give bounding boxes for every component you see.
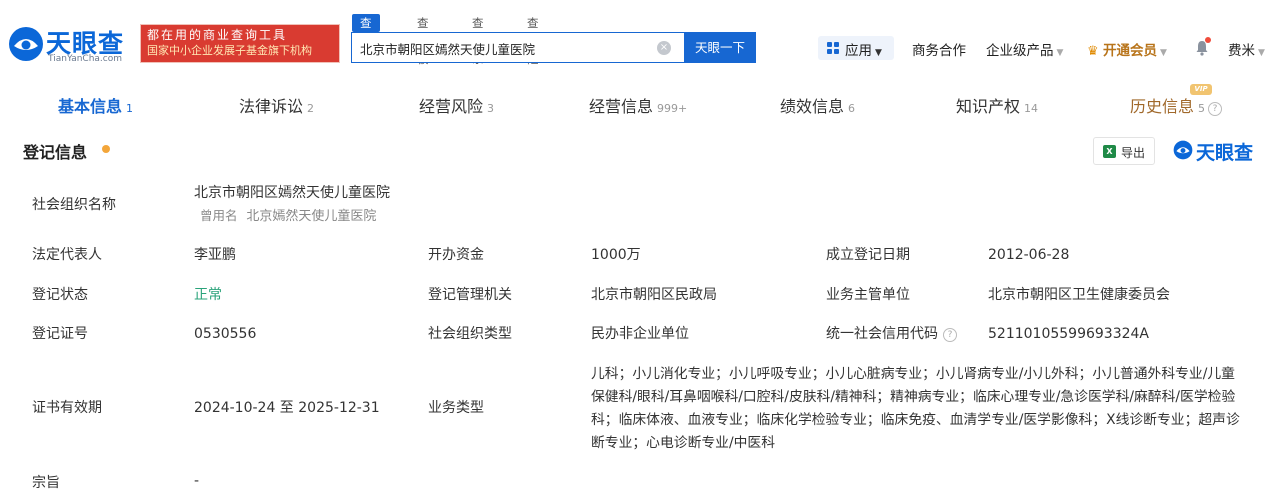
former-name-tag: 曾用名 (200, 208, 238, 223)
capital-value: 1000万 (591, 247, 641, 263)
help-icon[interactable]: ? (1208, 102, 1223, 116)
cert-no-value: 0530556 (194, 326, 257, 342)
vip-badge: VIP (1190, 84, 1212, 95)
tab-operating-risk[interactable]: 经营风险 3 (419, 93, 494, 117)
tab-performance[interactable]: 绩效信息 6 (780, 93, 855, 117)
cert-no-label: 登记证号 (32, 326, 88, 342)
reg-date-label: 成立登记日期 (826, 247, 910, 263)
logo-mark-icon (9, 27, 43, 61)
help-icon[interactable]: ? (943, 328, 957, 342)
tab-label: 经营风险 (419, 97, 484, 116)
tab-label: 基本信息 (58, 97, 123, 116)
chevron-down-icon: ▼ (1056, 48, 1064, 58)
search-tab-relation[interactable]: 查关系 (472, 14, 484, 66)
chevron-down-icon: ▼ (1159, 48, 1167, 58)
business-type-label: 业务类型 (428, 400, 484, 416)
credit-code-value: 52110105599693324A (988, 326, 1149, 342)
enterprise-products-label: 企业级产品 (986, 43, 1054, 59)
tab-label: 历史信息 (1130, 97, 1195, 116)
tab-history[interactable]: 历史信息 5? (1130, 93, 1223, 117)
credit-code-label-text: 统一社会信用代码 (826, 326, 938, 342)
org-type-label: 社会组织类型 (428, 326, 512, 342)
former-name-value: 北京嫣然天使儿童医院 (246, 209, 377, 224)
logo-domain: TianYanCha.com (48, 54, 123, 64)
search-box: × (351, 32, 685, 63)
watermark-logo: 天眼查 (1172, 137, 1258, 165)
capital-label: 开办资金 (428, 247, 484, 263)
status-label: 登记状态 (32, 287, 88, 303)
tab-count: 14 (1024, 102, 1039, 115)
export-label: 导出 (1121, 146, 1146, 160)
former-name: 曾用名 北京嫣然天使儿童医院 (200, 205, 376, 228)
tab-ip[interactable]: 知识产权 14 (956, 93, 1038, 117)
authority-value: 北京市朝阳区民政局 (591, 287, 717, 303)
notification-bell[interactable] (1195, 37, 1211, 58)
new-indicator-dot (102, 145, 110, 153)
vip-membership-menu[interactable]: ♛ 开通会员 ▼ (1087, 39, 1167, 63)
notification-dot (1205, 37, 1211, 43)
org-type-value: 民办非企业单位 (591, 326, 689, 342)
chevron-down-icon: ▼ (875, 48, 882, 58)
business-cooperation-link[interactable]: 商务合作 (912, 39, 966, 63)
excel-icon: X (1103, 145, 1116, 158)
apps-grid-icon (827, 42, 839, 54)
legal-rep-label: 法定代表人 (32, 247, 102, 263)
logo-mark-icon (1173, 140, 1193, 160)
enterprise-products-menu[interactable]: 企业级产品 ▼ (986, 39, 1063, 63)
authority-label: 登记管理机关 (428, 287, 512, 303)
watermark-text: 天眼查 (1196, 142, 1254, 164)
supervisor-value: 北京市朝阳区卫生健康委员会 (988, 287, 1170, 303)
tab-label: 绩效信息 (780, 97, 845, 116)
search-input[interactable] (360, 38, 650, 58)
user-name: 费米 (1228, 43, 1255, 59)
tab-operating-info[interactable]: 经营信息 999+ (589, 93, 687, 117)
detail-tabs: 基本信息 1 法律诉讼 2 经营风险 3 经营信息 999+ 绩效信息 6 知识产权 14 … (0, 88, 1278, 122)
tab-basic-info[interactable]: 基本信息 1 (58, 93, 133, 117)
chevron-down-icon: ▼ (1258, 48, 1265, 58)
business-type-value: 儿科；小儿消化专业；小儿呼吸专业；小儿心脏病专业；小儿肾病专业/小儿外科；小儿普… (591, 366, 1240, 451)
reg-date-value: 2012-06-28 (988, 247, 1070, 263)
tab-count: 999+ (657, 102, 688, 115)
tab-count: 2 (307, 102, 315, 115)
promo-banner[interactable]: 都在用的商业查询工具 国家中小企业发展子基金旗下机构 (140, 24, 340, 63)
clear-icon[interactable]: × (657, 41, 671, 55)
tab-count: 6 (848, 102, 856, 115)
org-name-value: 北京市朝阳区嫣然天使儿童医院 (194, 185, 390, 201)
status-value: 正常 (194, 287, 222, 303)
tianyancha-logo[interactable]: 天眼查 TianYanCha.com (6, 22, 134, 66)
vip-label: 开通会员 (1102, 43, 1157, 59)
tab-label: 知识产权 (956, 97, 1021, 116)
tab-count: 3 (487, 102, 495, 115)
user-menu[interactable]: 费米 ▼ (1228, 39, 1265, 63)
promo-line-2: 国家中小企业发展子基金旗下机构 (147, 44, 312, 57)
purpose-value: - (194, 473, 200, 489)
tab-legal[interactable]: 法律诉讼 2 (239, 93, 314, 117)
section-title: 登记信息 (23, 143, 88, 162)
apps-label: 应用 (845, 43, 872, 59)
tab-label: 法律诉讼 (239, 97, 304, 116)
search-button[interactable]: 天眼一下 (684, 32, 756, 63)
export-button[interactable]: X 导出 (1093, 137, 1155, 165)
promo-line-1: 都在用的商业查询工具 (147, 28, 288, 42)
search-tab-company[interactable]: 查公司 (352, 14, 380, 66)
validity-label: 证书有效期 (32, 400, 102, 416)
org-name-label: 社会组织名称 (32, 197, 116, 213)
purpose-label: 宗旨 (32, 475, 60, 491)
supervisor-label: 业务主管单位 (826, 287, 910, 303)
legal-rep-value[interactable]: 李亚鹏 (194, 244, 236, 266)
tab-label: 经营信息 (589, 97, 654, 116)
apps-menu-button[interactable]: 应用 ▼ (818, 36, 894, 60)
top-header: 天眼查 TianYanCha.com 都在用的商业查询工具 国家中小企业发展子基… (0, 0, 1278, 80)
tab-count: 5 (1198, 102, 1206, 115)
search-tab-risk[interactable]: 查风险 (527, 14, 539, 66)
search-tab-boss[interactable]: 查老板 (417, 14, 429, 66)
validity-value: 2024-10-24 至 2025-12-31 (194, 400, 380, 416)
tab-count: 1 (126, 102, 134, 115)
credit-code-label: 统一社会信用代码? (826, 323, 957, 345)
crown-icon: ♛ (1087, 44, 1099, 59)
